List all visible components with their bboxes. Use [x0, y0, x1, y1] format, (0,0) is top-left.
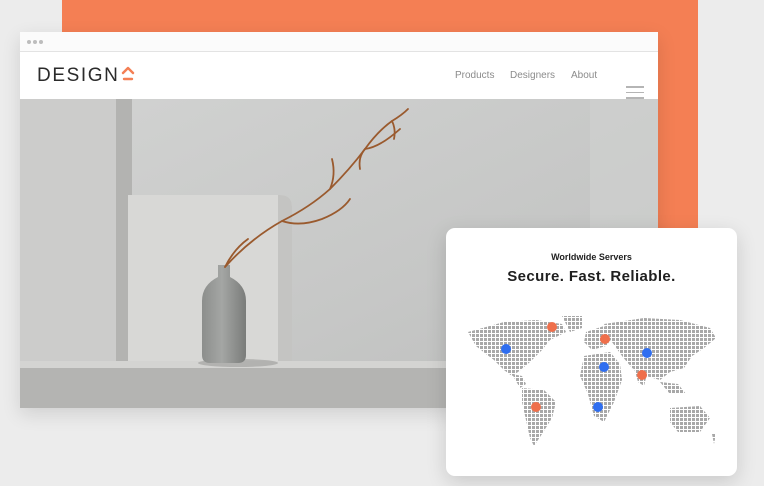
server-marker: [600, 334, 610, 344]
server-card: Worldwide Servers Secure. Fast. Reliable…: [446, 228, 737, 476]
site-logo[interactable]: DESIGN: [37, 65, 119, 87]
nav-link-products[interactable]: Products: [455, 70, 494, 81]
server-marker: [637, 370, 647, 380]
server-marker: [547, 322, 557, 332]
server-marker: [642, 348, 652, 358]
window-dot: [39, 40, 43, 44]
window-dot: [33, 40, 37, 44]
card-subtitle: Worldwide Servers: [551, 252, 632, 262]
card-title: Secure. Fast. Reliable.: [507, 268, 676, 285]
browser-titlebar: [20, 32, 658, 52]
logo-caret-icon: [121, 66, 135, 81]
server-marker: [531, 402, 541, 412]
world-map: [468, 316, 716, 446]
server-marker: [593, 402, 603, 412]
nav-link-designers[interactable]: Designers: [510, 70, 555, 81]
site-header: DESIGN Products Designers About: [20, 52, 658, 99]
server-marker: [599, 362, 609, 372]
server-marker: [501, 344, 511, 354]
window-dot: [27, 40, 31, 44]
nav-link-about[interactable]: About: [571, 70, 597, 81]
